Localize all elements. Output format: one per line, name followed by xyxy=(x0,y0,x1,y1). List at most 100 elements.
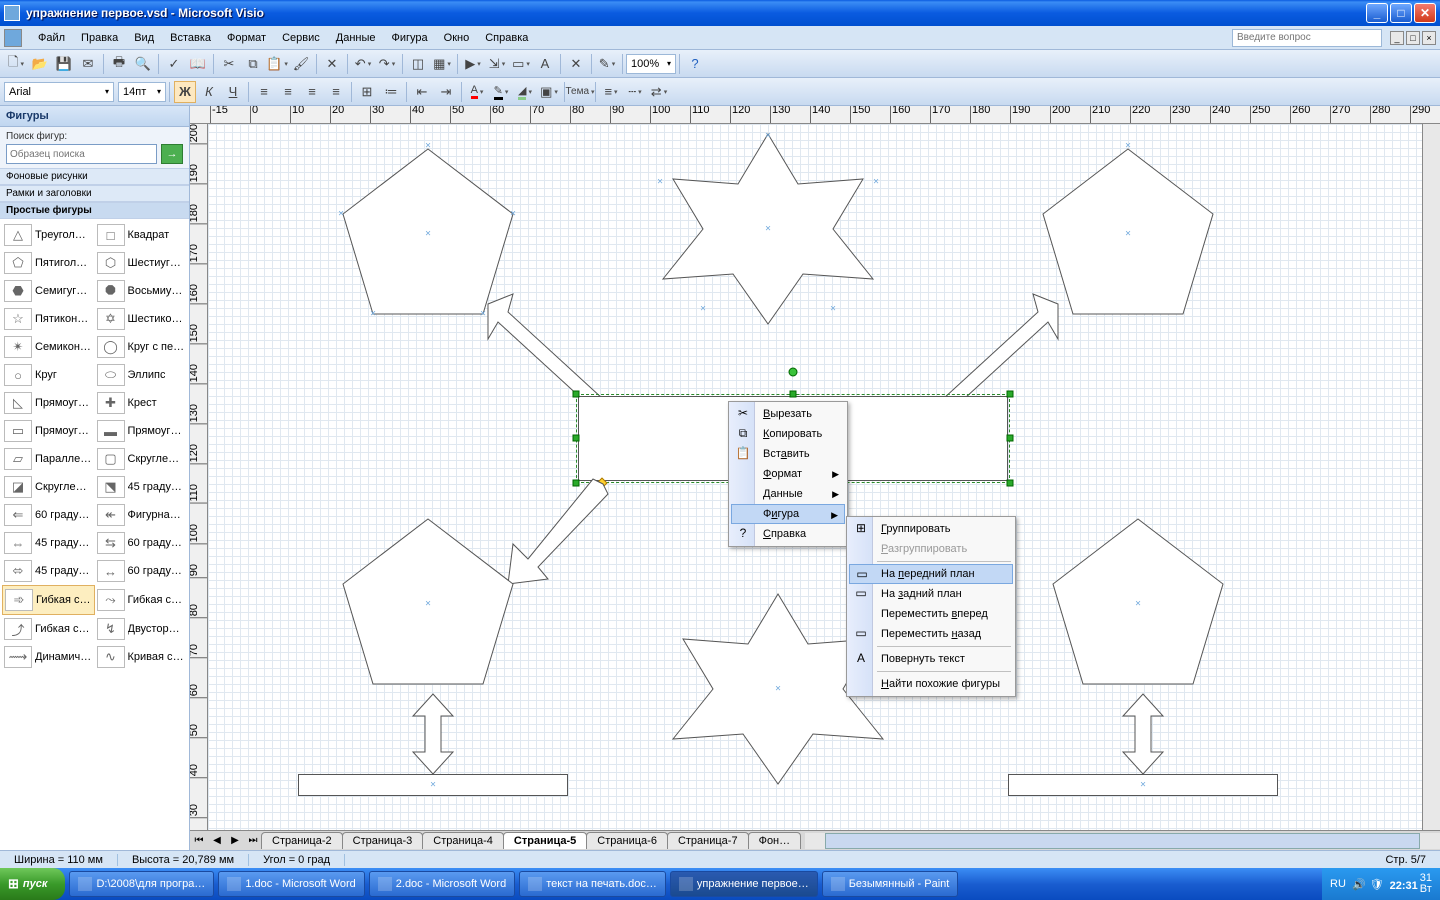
ink-tool[interactable]: ✎ xyxy=(596,53,618,75)
ruler-vertical[interactable]: 2001901801701601501401301201101009080706… xyxy=(190,124,208,830)
minimize-button[interactable]: _ xyxy=(1366,3,1388,23)
shape-search-input[interactable] xyxy=(6,144,157,164)
close-button[interactable]: ✕ xyxy=(1414,3,1436,23)
page-tab[interactable]: Страница-4 xyxy=(422,832,504,849)
tray-clock[interactable]: 22:31 xyxy=(1390,880,1418,892)
scrollbar-vertical[interactable] xyxy=(1422,124,1440,830)
menu-format[interactable]: Формат xyxy=(219,29,274,47)
cut-button[interactable]: ✂ xyxy=(218,53,240,75)
shadow-button[interactable]: ▣ xyxy=(538,81,560,103)
font-size-box[interactable]: 14пт▾ xyxy=(118,82,166,102)
stencil-basic-shapes[interactable]: Простые фигуры xyxy=(0,202,189,219)
menu-tools[interactable]: Сервис xyxy=(274,29,328,47)
page-tab[interactable]: Страница-3 xyxy=(342,832,424,849)
search-go-button[interactable]: → xyxy=(161,144,183,164)
tab-last[interactable]: ⏭ xyxy=(244,835,262,846)
context-menu-item[interactable]: ✂Вырезать xyxy=(731,404,845,424)
drawing-tool[interactable]: ▭ xyxy=(510,53,532,75)
taskbar-item[interactable]: Безымянный - Paint xyxy=(822,871,959,897)
context-menu-item[interactable]: AПовернуть текст xyxy=(849,649,1013,669)
shape-item[interactable]: ⯃Восьмиу… xyxy=(95,277,188,305)
align-left-button[interactable]: ≡ xyxy=(253,81,275,103)
menu-data[interactable]: Данные xyxy=(328,29,384,47)
menu-window[interactable]: Окно xyxy=(436,29,478,47)
line-weight-button[interactable]: ≡ xyxy=(600,81,622,103)
shape-item[interactable]: ▢Скруглен… прямоуг… xyxy=(95,445,188,473)
context-menu-item[interactable]: ⊞Группировать xyxy=(849,519,1013,539)
shape-item[interactable]: ⤳Гибкая стрелка 2 xyxy=(95,585,188,615)
shape-item[interactable]: ▬Прямоуг… с тенью xyxy=(95,417,188,445)
menu-shape[interactable]: Фигура xyxy=(384,29,436,47)
selection-handle[interactable] xyxy=(573,391,580,398)
font-name-box[interactable]: Arial▾ xyxy=(4,82,114,102)
format-painter-button[interactable]: 🖌 xyxy=(290,53,312,75)
shape-item[interactable]: ↯Двусторон… гибкая с… xyxy=(95,615,188,643)
context-menu-item[interactable]: ▭На задний план xyxy=(849,584,1013,604)
shape-item[interactable]: ⤴Гибкая стрелка 3 xyxy=(2,615,95,643)
shape-item[interactable]: ⇆60 градусов… xyxy=(95,529,188,557)
shape-item[interactable]: ⇐60 градусов… xyxy=(2,501,95,529)
zoom-box[interactable]: 100%▾ xyxy=(626,54,676,74)
context-menu-item[interactable]: ▭Переместить назад xyxy=(849,624,1013,644)
shape-item[interactable]: ⇔45 градусов… xyxy=(2,529,95,557)
start-button[interactable]: пуск xyxy=(0,868,65,900)
copy-button[interactable]: ⧉ xyxy=(242,53,264,75)
context-menu-item[interactable]: Переместить вперед xyxy=(849,604,1013,624)
text-tool[interactable]: A xyxy=(534,53,556,75)
new-button[interactable]: 🗋 xyxy=(5,53,27,75)
tray-icon[interactable]: 🔊 xyxy=(1352,878,1366,891)
selection-handle[interactable] xyxy=(1007,391,1014,398)
increase-indent-button[interactable]: ⇥ xyxy=(435,81,457,103)
menu-edit[interactable]: Правка xyxy=(73,29,126,47)
stencil-backgrounds[interactable]: Фоновые рисунки xyxy=(0,168,189,185)
page-tab[interactable]: Страница-2 xyxy=(261,832,343,849)
stencil-button[interactable]: ▦ xyxy=(431,53,453,75)
shape-item[interactable]: ⬔45 градусов… xyxy=(95,473,188,501)
rotation-handle[interactable] xyxy=(789,368,798,377)
shape-item[interactable]: ◯Круг с перетаск… xyxy=(95,333,188,361)
align-justify-button[interactable]: ≡ xyxy=(325,81,347,103)
shape-item[interactable]: ⬡Шестиуг… xyxy=(95,249,188,277)
help-question-box[interactable] xyxy=(1232,29,1382,47)
tab-next[interactable]: ▶ xyxy=(226,835,244,846)
context-menu-item[interactable]: ?Справка xyxy=(731,524,845,544)
tab-prev[interactable]: ◀ xyxy=(208,835,226,846)
selection-handle[interactable] xyxy=(790,391,797,398)
shape-item[interactable]: ▭Прямоуг… xyxy=(2,417,95,445)
context-menu-item[interactable]: ⧉Копировать xyxy=(731,424,845,444)
paste-button[interactable]: 📋 xyxy=(266,53,288,75)
pointer-tool[interactable]: ▶ xyxy=(462,53,484,75)
menu-help[interactable]: Справка xyxy=(477,29,536,47)
context-menu-item[interactable]: Данные▶ xyxy=(731,484,845,504)
page-tab[interactable]: Страница-7 xyxy=(667,832,749,849)
stencil-frames[interactable]: Рамки и заголовки xyxy=(0,185,189,202)
context-menu-item[interactable]: ▭На передний план xyxy=(849,564,1013,584)
page-tab[interactable]: Фон… xyxy=(748,832,802,849)
shape-item[interactable]: ⬭Эллипс xyxy=(95,361,188,389)
delete-button[interactable]: ✕ xyxy=(321,53,343,75)
line-pattern-button[interactable]: ┄ xyxy=(624,81,646,103)
underline-button[interactable]: Ч xyxy=(222,81,244,103)
shape-item[interactable]: ◪Скруглен… квадрат xyxy=(2,473,95,501)
shape-item[interactable]: ✚Крест xyxy=(95,389,188,417)
page-tab[interactable]: Страница-6 xyxy=(586,832,668,849)
distribute-button[interactable]: ⊞ xyxy=(356,81,378,103)
context-menu-item[interactable]: Фигура▶ xyxy=(731,504,845,524)
menu-file[interactable]: Файл xyxy=(30,29,73,47)
shape-item[interactable]: ➾Гибкая стрелка 1 xyxy=(2,585,95,615)
selection-handle[interactable] xyxy=(1007,435,1014,442)
print-button[interactable]: 🖶 xyxy=(108,53,130,75)
drawing-canvas[interactable]: × × × × × × × × × × × × × × xyxy=(208,124,1422,830)
context-menu-item[interactable]: Формат▶ xyxy=(731,464,845,484)
taskbar-item[interactable]: 2.doc - Microsoft Word xyxy=(369,871,515,897)
shape-item[interactable]: ↔60 градусов… xyxy=(95,557,188,585)
menu-insert[interactable]: Вставка xyxy=(162,29,219,47)
fill-color-button[interactable]: ◢ xyxy=(514,81,536,103)
shape-item[interactable]: ⬣Семигуг… xyxy=(2,277,95,305)
font-color-button[interactable]: A xyxy=(466,81,488,103)
taskbar-item[interactable]: упражнение первое… xyxy=(670,871,818,897)
system-tray[interactable]: RU 🔊 🛡 22:31 31Вт xyxy=(1322,868,1440,900)
shape-item[interactable]: ✴Семикон… звезда xyxy=(2,333,95,361)
email-button[interactable]: ✉ xyxy=(77,53,99,75)
shape-item[interactable]: ⬠Пятигол… xyxy=(2,249,95,277)
